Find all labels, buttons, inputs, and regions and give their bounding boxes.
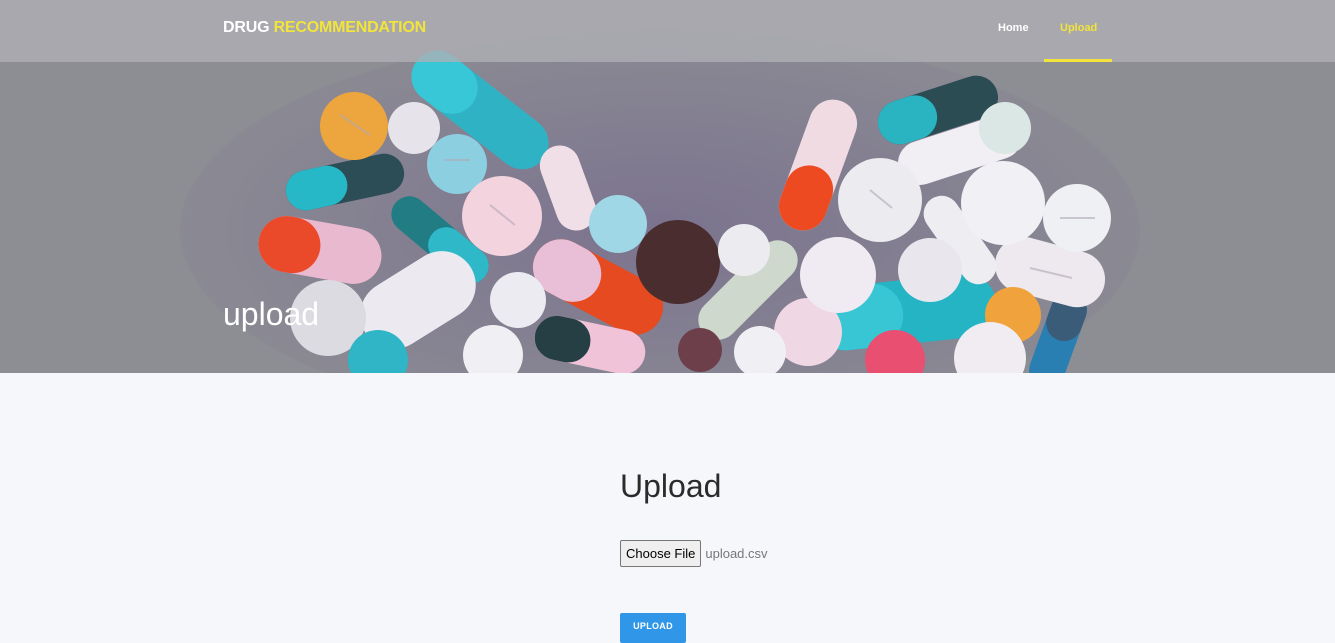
brand-primary-text: DRUG (223, 19, 270, 36)
choose-file-button[interactable]: Choose File (620, 540, 702, 567)
hero-banner: DRUG RECOMMENDATION Home Upload upload (0, 0, 1335, 373)
file-input: Choose File upload.csv (620, 540, 768, 567)
navbar: DRUG RECOMMENDATION Home Upload (0, 0, 1335, 62)
selected-file-name: upload.csv (705, 546, 768, 561)
brand-accent-text: RECOMMENDATION (273, 19, 427, 36)
nav-link-home[interactable]: Home (998, 22, 1029, 34)
hero-title: upload (223, 296, 320, 332)
upload-submit-button[interactable]: UPLOAD (620, 613, 686, 643)
page-heading: Upload (620, 468, 722, 504)
nav-link-upload[interactable]: Upload (1060, 22, 1097, 34)
brand-logo[interactable]: DRUG RECOMMENDATION (223, 19, 426, 37)
active-nav-indicator (1044, 59, 1112, 62)
